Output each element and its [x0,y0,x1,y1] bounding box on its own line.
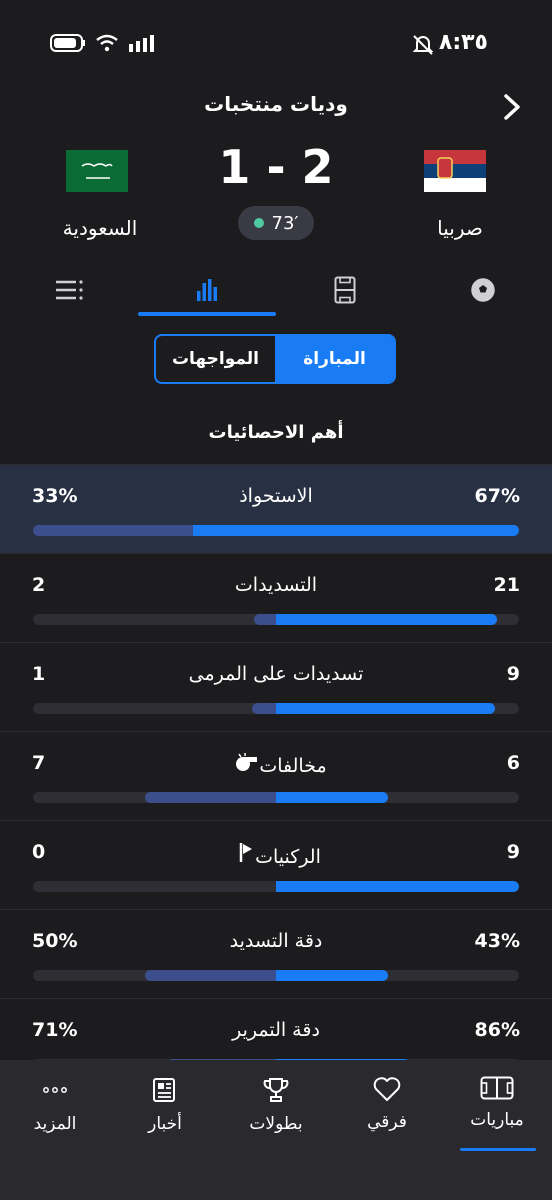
back-arrow-icon[interactable] [496,92,526,122]
nav-label: أخبار [148,1114,182,1134]
stat-bar-home [276,614,497,625]
stat-label-wrap: دقة التمرير [0,1019,552,1041]
battery-icon [50,34,85,52]
stat-comparison-bar [33,525,519,536]
home-team-name[interactable]: صربيا [390,216,530,240]
stat-bar-home [276,970,388,981]
stat-label-wrap: التسديدات [0,574,552,596]
tab-table[interactable] [0,262,138,318]
stat-bar-home [276,881,519,892]
active-nav-indicator [460,1148,536,1151]
stat-bar-home [276,792,388,803]
soccer-ball-icon [471,278,495,302]
stats-scope-toggle: المواجهات المباراة [154,334,396,384]
stat-home-value: 21 [493,574,520,596]
toggle-h2h[interactable]: المواجهات [156,336,275,382]
competition-title: وديات منتخبات [204,92,348,116]
match-score: 1 - 2 [218,140,334,194]
tab-events[interactable] [414,262,552,318]
stat-bar-away [33,525,193,536]
stat-home-value: 67% [474,485,520,507]
trophy-icon [263,1078,289,1102]
toggle-match[interactable]: المباراة [275,336,394,382]
nav-matches[interactable]: مباريات [442,1076,552,1130]
nav-label: المزيد [33,1114,77,1134]
corner-flag-icon [239,843,255,868]
status-icons [50,34,156,52]
stat-comparison-bar [33,614,519,625]
stat-bar-away [252,703,276,714]
stat-bar-home [276,703,495,714]
bottom-nav: مباريات فرقي بطولات أخبار المزيد [0,1060,552,1200]
heart-icon [373,1077,401,1101]
stat-row: 71% دقة التمرير 86% [0,998,552,1060]
stat-home-value: 9 [506,841,520,863]
stats-bars-icon [197,279,217,301]
stat-home-value: 6 [506,752,520,774]
stat-row: 0 الركنيات 9 [0,820,552,909]
tab-stats[interactable] [138,262,276,318]
nav-label: مباريات [470,1110,524,1130]
stat-label: التسديدات [234,574,318,596]
status-time: ٨:٣٥ [438,30,488,55]
stat-row: 1 تسديدات على المرمى 9 [0,642,552,731]
stat-row: 2 التسديدات 21 [0,553,552,642]
stat-bar-away [254,614,276,625]
status-bar: ٨:٣٥ [0,24,552,64]
list-icon [56,280,83,300]
match-minute-badge: 73′ [238,206,314,240]
stats-list: 33% الاستحواذ 67% 2 التسديدات 21 1 تسديدات على … [0,464,552,1060]
stat-home-value: 9 [506,663,520,685]
stat-comparison-bar [33,703,519,714]
pitch-lineup-icon [334,276,356,304]
stat-label: الركنيات [255,846,321,868]
stat-label-wrap: مخالفات [0,752,552,777]
whistle-icon [233,753,259,777]
stat-comparison-bar [33,970,519,981]
stat-label-wrap: الركنيات [0,841,552,868]
more-dots-icon [43,1087,67,1093]
stat-label-wrap: الاستحواذ [0,485,552,507]
live-dot [253,218,264,228]
stat-comparison-bar [33,792,519,803]
nav-more[interactable]: المزيد [0,1076,110,1134]
stat-home-value: 86% [474,1019,520,1041]
stat-label-wrap: تسديدات على المرمى [0,663,552,685]
nav-leagues[interactable]: بطولات [221,1076,331,1134]
stat-label-wrap: دقة التسديد [0,930,552,952]
nav-news[interactable]: أخبار [110,1076,220,1134]
stat-row: 7 مخالفات 6 [0,731,552,820]
nav-label: بطولات [249,1114,303,1134]
stat-bar-away [145,970,276,981]
stat-bar-home [193,525,519,536]
stat-row: 50% دقة التسديد 43% [0,909,552,998]
stat-comparison-bar [33,881,519,892]
stat-label: دقة التمرير [232,1019,320,1041]
match-tabs [0,262,552,318]
away-team-name[interactable]: السعودية [30,216,170,240]
tab-lineups[interactable] [276,262,414,318]
stat-row: 33% الاستحواذ 67% [0,464,552,553]
match-minute: 73′ [271,212,299,234]
stat-label: تسديدات على المرمى [188,663,364,685]
stat-label: دقة التسديد [229,930,323,952]
signal-icon [129,35,154,52]
nav-label: فرقي [367,1112,407,1132]
nav-my-teams[interactable]: فرقي [332,1076,442,1132]
stat-home-value: 43% [474,930,520,952]
mute-bell-icon [412,35,434,55]
wifi-icon [96,34,118,52]
active-tab-indicator [138,312,276,316]
stat-label: الاستحواذ [239,485,313,507]
stat-bar-away [145,792,276,803]
stat-label: مخالفات [259,755,327,777]
newspaper-icon [153,1078,175,1102]
section-title: أهم الاحصائيات [208,422,344,443]
pitch-icon [480,1076,514,1100]
